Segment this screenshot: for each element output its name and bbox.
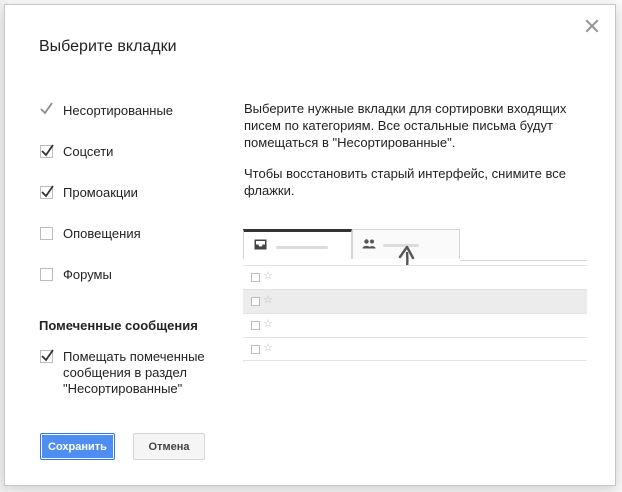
option-forums[interactable]: Форумы (40, 267, 173, 308)
checkbox-icon (251, 321, 260, 330)
checkbox-promotions[interactable] (40, 185, 54, 199)
option-label-updates: Оповещения (63, 226, 141, 241)
select-tabs-dialog: Выберите вкладки Несортированные Соцсети… (4, 4, 616, 486)
checkbox-icon (251, 273, 260, 282)
option-label-social: Соцсети (63, 144, 114, 159)
preview-row: ☆ (243, 337, 587, 361)
checkbox-updates[interactable] (40, 227, 53, 240)
option-label-forums: Форумы (63, 267, 112, 282)
close-icon[interactable] (585, 19, 601, 35)
option-label-promotions: Промоакции (63, 185, 138, 200)
preview-row: ☆ (243, 289, 587, 313)
star-icon: ☆ (263, 270, 273, 282)
option-starred[interactable]: Помещать помеченные сообщения в раздел "… (40, 349, 243, 397)
preview-tab-primary-line (276, 246, 328, 249)
save-button[interactable]: Сохранить (40, 433, 115, 460)
checkbox-social[interactable] (40, 144, 54, 158)
star-icon: ☆ (263, 294, 273, 306)
option-social[interactable]: Соцсети (40, 144, 173, 185)
preview-tab-primary (243, 229, 352, 259)
preview-row: ☆ (243, 265, 587, 289)
description: Выберите нужные вкладки для сортировки в… (244, 100, 584, 213)
checkbox-icon (251, 345, 260, 354)
option-promotions[interactable]: Промоакции (40, 185, 173, 226)
option-label-starred: Помещать помеченные сообщения в раздел "… (63, 349, 205, 396)
checkbox-forums[interactable] (40, 268, 53, 281)
cancel-button[interactable]: Отмена (133, 433, 205, 460)
option-primary: Несортированные (40, 102, 174, 144)
star-icon: ☆ (263, 318, 273, 330)
option-label-primary: Несортированные (63, 103, 174, 118)
preview-tab-bar-rule (460, 260, 587, 261)
preview-row: ☆ (243, 313, 587, 337)
description-paragraph-1: Выберите нужные вкладки для сортировки в… (244, 101, 567, 150)
checkbox-primary-locked (40, 102, 53, 117)
tab-options-list: Несортированные Соцсети Промоакции Опове… (40, 102, 174, 308)
checkbox-icon (251, 297, 260, 306)
inbox-preview-illustration: ☆ ☆ ☆ ☆ (243, 229, 587, 369)
checkbox-starred[interactable] (40, 349, 54, 363)
option-updates[interactable]: Оповещения (40, 226, 173, 267)
starred-section-title: Помеченные сообщения (39, 318, 198, 333)
inbox-icon (254, 239, 267, 250)
dialog-title: Выберите вкладки (39, 38, 177, 55)
star-icon: ☆ (263, 342, 273, 354)
description-paragraph-2: Чтобы восстановить старый интерфейс, сни… (244, 166, 566, 198)
preview-message-rows: ☆ ☆ ☆ ☆ (243, 265, 587, 361)
